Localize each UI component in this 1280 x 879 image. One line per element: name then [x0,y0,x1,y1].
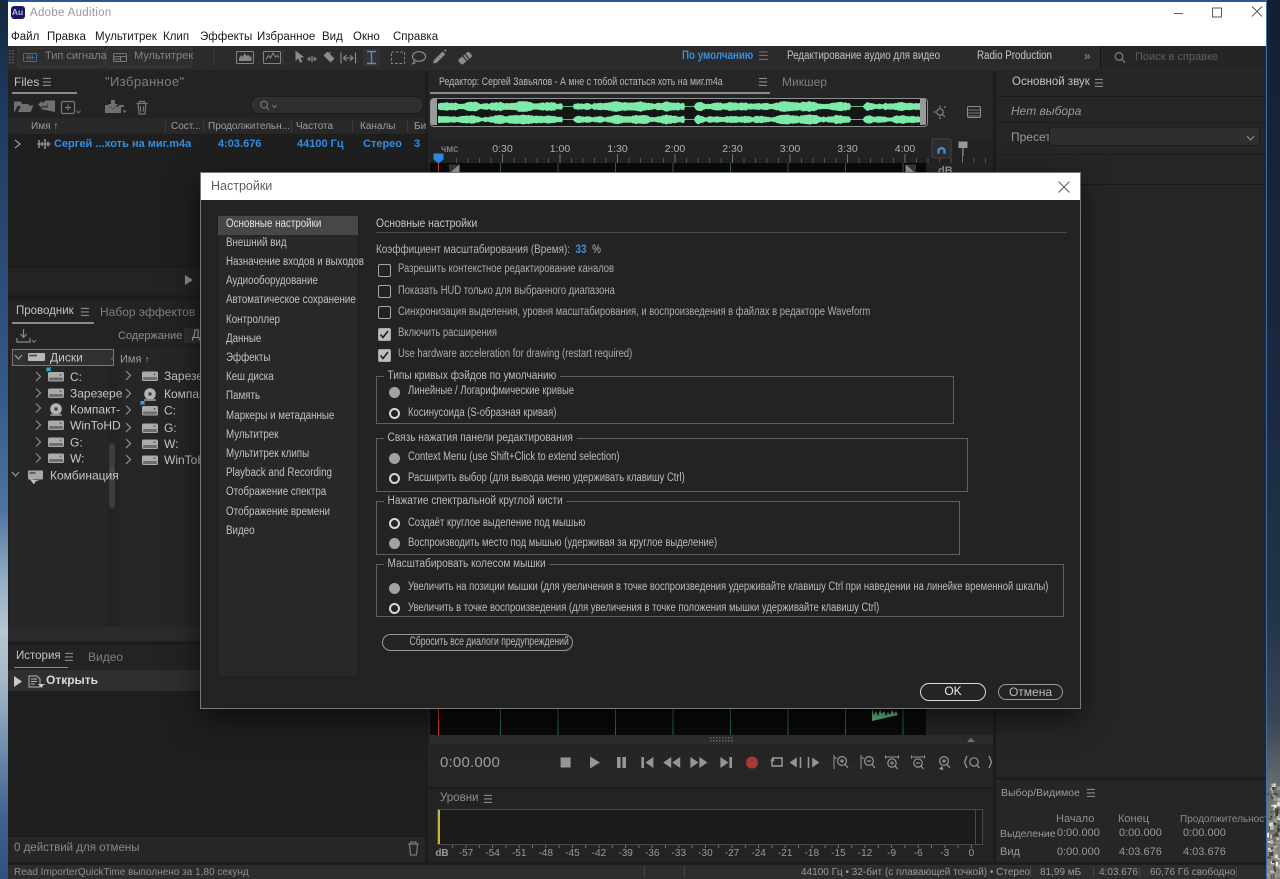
svg-text:2:30: 2:30 [722,143,743,155]
svg-text:-12: -12 [858,848,873,859]
svg-text:Зарезере: Зарезере [70,387,123,401]
svg-text:-30: -30 [698,848,713,859]
svg-text:2:00: 2:00 [665,143,686,155]
svg-text:-45: -45 [565,848,580,859]
svg-text:-18: -18 [805,848,820,859]
svg-text:-15: -15 [831,848,846,859]
svg-text:4:00: 4:00 [895,143,916,155]
svg-text:G:: G: [164,421,177,435]
svg-text:-48: -48 [539,848,554,859]
svg-text:C:: C: [70,370,82,384]
svg-text:3:30: 3:30 [837,143,858,155]
svg-text:Имя ↑: Имя ↑ [120,354,149,366]
svg-text:-6: -6 [914,848,923,859]
svg-text:-27: -27 [725,848,740,859]
svg-text:-39: -39 [618,848,633,859]
svg-text:Комбинация: Комбинация [50,469,119,483]
svg-text:C:: C: [164,404,176,418]
svg-text:3:00: 3:00 [780,143,801,155]
svg-text:dB: dB [435,848,448,859]
svg-text:0:30: 0:30 [492,143,513,155]
svg-text:Диски: Диски [50,351,83,365]
svg-text:-54: -54 [485,848,500,859]
svg-text:W:: W: [164,437,178,451]
svg-text:Компакт-: Компакт- [70,403,120,417]
svg-text:-57: -57 [459,848,474,859]
svg-text:1:00: 1:00 [550,143,571,155]
svg-text:-24: -24 [751,848,766,859]
svg-text:-36: -36 [645,848,660,859]
svg-text:WinToHD: WinToHD [70,419,121,433]
svg-text:-3: -3 [940,848,949,859]
svg-text:0: 0 [969,848,975,859]
svg-text:-33: -33 [672,848,687,859]
svg-text:W:: W: [70,452,84,466]
svg-text:-42: -42 [592,848,607,859]
svg-text:-21: -21 [778,848,793,859]
svg-text:-51: -51 [512,848,527,859]
svg-text:1:30: 1:30 [607,143,628,155]
svg-text:-9: -9 [887,848,896,859]
svg-text:G:: G: [70,436,83,450]
